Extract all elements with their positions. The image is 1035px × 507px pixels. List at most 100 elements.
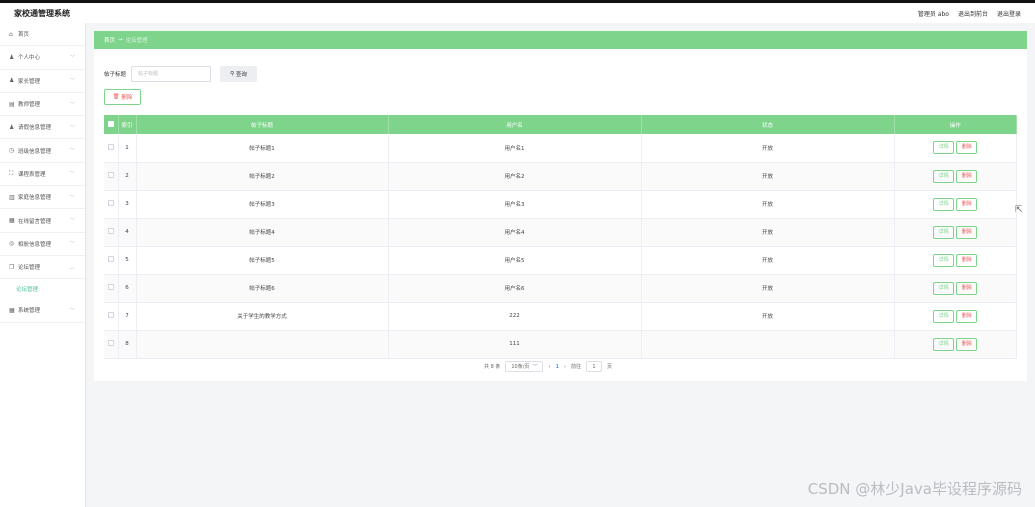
detail-button[interactable]: 详情	[933, 225, 955, 239]
cell-actions: 详情 删除	[894, 246, 1017, 275]
cell-status: 开放	[641, 274, 895, 303]
sidebar-item-label: 论坛管理	[18, 265, 41, 272]
col-status: 状态	[641, 115, 895, 134]
sidebar-item[interactable]: ⌂ 首页	[0, 23, 85, 47]
search-label: 帖子标题	[104, 71, 127, 78]
sidebar-item-label: 在线留言管理	[18, 218, 52, 225]
row-checkbox[interactable]	[107, 256, 114, 262]
grid-icon: ▦	[9, 306, 15, 314]
sidebar-item[interactable]: ◎ 相册信息管理 ﹀	[0, 233, 85, 256]
sidebar-item[interactable]: ▤ 教师管理 ﹀	[0, 93, 85, 117]
cell-status	[641, 330, 895, 359]
search-button[interactable]: ⚲ 查询	[220, 65, 258, 82]
cell-user: 用户名4	[388, 218, 642, 247]
main-panel: 首页 → 论坛管理 帖子标题 帖子标题 ⚲ 查询 🗑 删除 索引 帖子标题 用户…	[94, 31, 1027, 381]
detail-button[interactable]: 详情	[933, 197, 955, 211]
row-checkbox-cell[interactable]	[104, 162, 119, 191]
sidebar-subitem-forum[interactable]: 论坛管理	[0, 279, 85, 299]
row-checkbox[interactable]	[107, 143, 114, 150]
select-all-checkbox[interactable]	[107, 120, 114, 127]
delete-button[interactable]: 删除	[956, 309, 978, 323]
batch-delete-label: 删除	[121, 95, 133, 101]
cell-index: 4	[118, 218, 137, 247]
cell-title: 关于学生的教学方式	[136, 302, 389, 331]
table-row: 3 帖子标题3 用户名3 开放 详情 删除	[104, 190, 1017, 219]
cell-status: 开放	[641, 246, 895, 275]
delete-button[interactable]: 删除	[956, 253, 978, 267]
sidebar-item[interactable]: ♟ 请假信息管理 ﹀	[0, 116, 85, 140]
cell-title: 帖子标题5	[136, 246, 389, 275]
exit-to-frontend-link[interactable]: 退出到前台	[958, 9, 988, 18]
search-input[interactable]: 帖子标题	[131, 65, 212, 82]
sidebar-item[interactable]: ◷ 班级信息管理 ﹀	[0, 139, 85, 163]
clock-icon: ◷	[9, 147, 15, 155]
chevron-icon: ﹀	[69, 218, 75, 225]
sidebar-item[interactable]: ▥ 家庭信息管理 ﹀	[0, 186, 85, 210]
row-checkbox-cell[interactable]	[104, 274, 119, 303]
watermark: CSDN @林少Java毕设程序源码	[807, 480, 1022, 498]
detail-button[interactable]: 详情	[933, 309, 955, 323]
prev-page-button[interactable]: ‹	[548, 364, 550, 370]
detail-button[interactable]: 详情	[933, 337, 955, 351]
row-checkbox-cell[interactable]	[104, 330, 119, 359]
row-checkbox-cell[interactable]	[104, 246, 119, 275]
grid-icon: ▦	[9, 217, 15, 225]
next-page-button[interactable]: ›	[564, 364, 566, 370]
sidebar-item[interactable]: ▦ 系统管理 ﹀	[0, 299, 85, 323]
delete-button[interactable]: 删除	[956, 169, 978, 183]
page-size-select[interactable]: 10条/页 ﹀	[505, 361, 544, 372]
sidebar-item[interactable]: ♟ 个人中心 ﹀	[0, 46, 85, 70]
home-icon: ⌂	[9, 30, 13, 38]
page-unit-label: 页	[606, 364, 612, 370]
sidebar-item[interactable]: ❐ 论坛管理 ︿	[0, 256, 85, 280]
row-checkbox-cell[interactable]	[104, 134, 119, 163]
delete-button[interactable]: 删除	[956, 197, 978, 211]
sidebar-item[interactable]: ♟ 家长管理 ﹀	[0, 70, 85, 93]
sidebar-item[interactable]: ▦ 在线留言管理 ﹀	[0, 209, 85, 233]
row-checkbox[interactable]	[107, 228, 114, 234]
row-checkbox-cell[interactable]	[104, 190, 119, 219]
breadcrumb-home[interactable]: 首页	[104, 36, 115, 44]
detail-button[interactable]: 详情	[933, 253, 955, 267]
col-title: 帖子标题	[136, 115, 389, 134]
logout-link[interactable]: 退出登录	[997, 9, 1021, 18]
cell-status: 开放	[641, 218, 895, 247]
row-checkbox[interactable]	[107, 284, 114, 290]
row-checkbox[interactable]	[107, 312, 114, 318]
chevron-icon: ︿	[69, 264, 75, 271]
frame-icon: ⛶	[9, 169, 14, 177]
col-index: 索引	[118, 115, 137, 134]
detail-button[interactable]: 详情	[933, 281, 955, 295]
cell-user: 用户名5	[388, 246, 642, 275]
admin-user-link[interactable]: 管理员 abo	[918, 9, 949, 18]
detail-button[interactable]: 详情	[933, 169, 955, 183]
delete-button[interactable]: 删除	[956, 337, 978, 351]
row-checkbox[interactable]	[107, 172, 114, 178]
trash-icon: 🗑	[112, 94, 122, 100]
chevron-down-icon: ﹀	[532, 364, 538, 370]
detail-button[interactable]: 详情	[933, 141, 955, 155]
batch-delete-button[interactable]: 🗑 删除	[104, 89, 141, 105]
delete-button[interactable]: 删除	[956, 225, 978, 239]
delete-button[interactable]: 删除	[956, 141, 978, 155]
cell-actions: 详情 删除	[894, 274, 1017, 303]
cell-actions: 详情 删除	[894, 190, 1017, 219]
chevron-icon: ﹀	[69, 241, 75, 248]
goto-page-input[interactable]: 1	[585, 361, 602, 372]
row-checkbox-cell[interactable]	[104, 302, 119, 331]
row-checkbox[interactable]	[107, 340, 114, 346]
pager-total: 共 8 条	[484, 364, 501, 370]
cell-user: 用户名1	[388, 134, 642, 163]
delete-button[interactable]: 删除	[956, 281, 978, 295]
row-checkbox[interactable]	[107, 200, 114, 206]
search-row: 帖子标题 帖子标题 ⚲ 查询	[94, 49, 1027, 84]
sidebar-item[interactable]: ⛶ 课程表管理 ﹀	[0, 163, 85, 187]
cell-index: 6	[118, 274, 137, 303]
sidebar-item-label: 课程表管理	[18, 171, 46, 178]
forum-table: 索引 帖子标题 用户名 状态 操作 1 帖子标题1 用户名1 开放 详情 删除 2 帖子标题2…	[104, 115, 1017, 359]
cell-title: 帖子标题2	[136, 162, 389, 191]
row-checkbox-cell[interactable]	[104, 218, 119, 247]
col-actions: 操作	[894, 115, 1017, 134]
select-all-checkbox-cell[interactable]	[104, 115, 119, 134]
page-number[interactable]: 1	[555, 364, 558, 370]
